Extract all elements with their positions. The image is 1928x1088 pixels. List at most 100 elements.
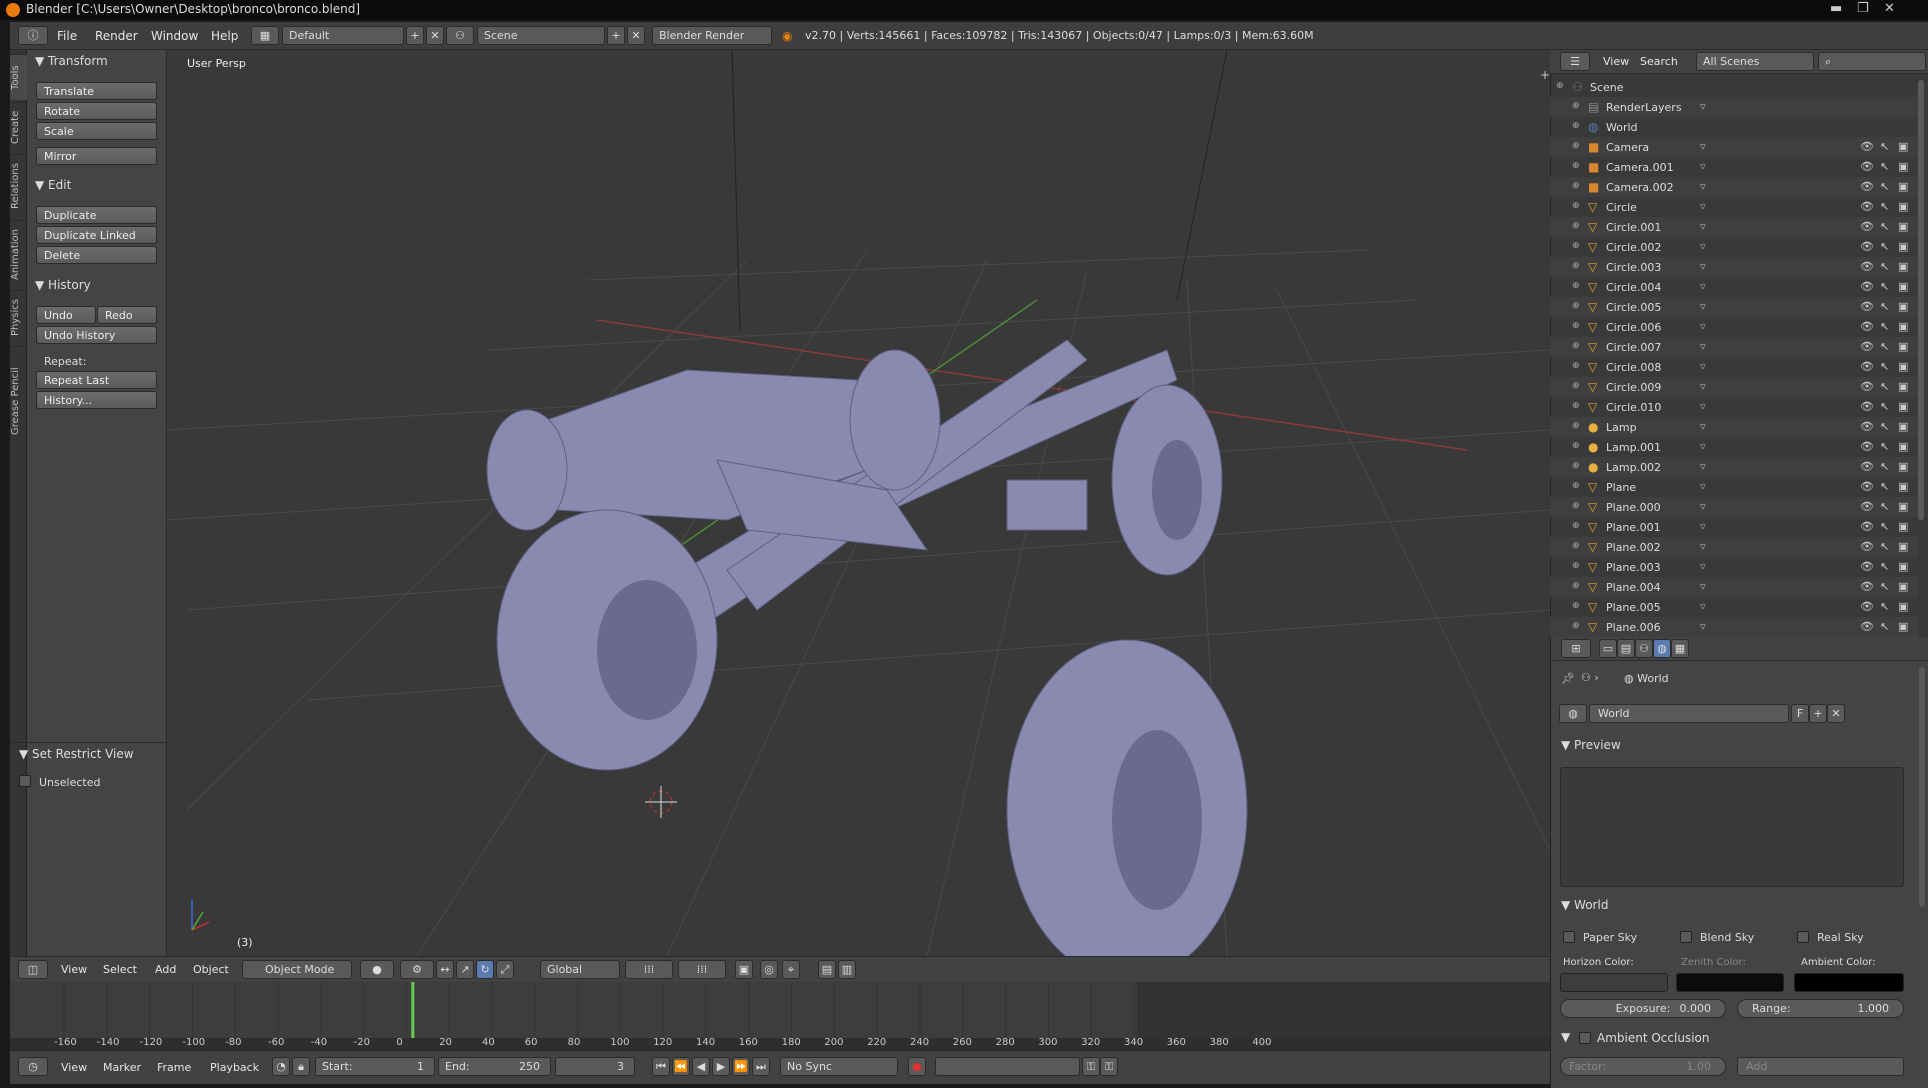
scene-icon[interactable]: ⚇ xyxy=(446,26,474,45)
mirror-button[interactable]: Mirror xyxy=(36,147,157,165)
outliner-row-name[interactable]: Camera.002 xyxy=(1606,181,1674,194)
selectability-arrow-icon[interactable]: ↖ xyxy=(1880,600,1889,613)
editor-type-info-icon[interactable]: ⓘ xyxy=(18,26,48,45)
selectability-arrow-icon[interactable]: ↖ xyxy=(1880,500,1889,513)
outliner-row-name[interactable]: Circle.005 xyxy=(1606,301,1661,314)
outliner-row[interactable]: ⊕ ▽ Circle.006 ▿ 👁︎ ↖ ▣ xyxy=(1550,317,1918,337)
undo-history-button[interactable]: Undo History xyxy=(36,326,157,344)
outliner-row[interactable]: ⊕ ■ Camera.002 ▿ 👁︎ ↖ ▣ xyxy=(1550,177,1918,197)
visibility-eye-icon[interactable]: 👁︎ xyxy=(1860,380,1874,393)
editor-type-3dview-icon[interactable]: ◫ xyxy=(18,960,48,979)
outliner-row[interactable]: ⊕ ● Lamp ▿ 👁︎ ↖ ▣ xyxy=(1550,417,1918,437)
record-icon[interactable]: ● xyxy=(908,1057,926,1076)
expand-toggle-icon[interactable]: ⊕ xyxy=(1572,341,1580,351)
add-scene-icon[interactable]: + xyxy=(607,26,625,45)
selectability-arrow-icon[interactable]: ↖ xyxy=(1880,380,1889,393)
selectability-arrow-icon[interactable]: ↖ xyxy=(1880,620,1889,633)
expand-toggle-icon[interactable]: ⊕ xyxy=(1572,421,1580,431)
expand-toggle-icon[interactable]: ⊕ xyxy=(1556,81,1564,91)
visibility-eye-icon[interactable]: 👁︎ xyxy=(1860,200,1874,213)
lock-layers-icon[interactable]: ▣ xyxy=(735,960,753,979)
rotate-button[interactable]: Rotate xyxy=(36,102,157,120)
render-layers-tab-icon[interactable]: ▤ xyxy=(1617,639,1635,658)
menu-frame[interactable]: Frame xyxy=(157,1061,191,1074)
selectability-arrow-icon[interactable]: ↖ xyxy=(1880,340,1889,353)
selectability-arrow-icon[interactable]: ↖ xyxy=(1880,260,1889,273)
expand-toggle-icon[interactable]: ⊕ xyxy=(1572,541,1580,551)
selectability-arrow-icon[interactable]: ↖ xyxy=(1880,160,1889,173)
3d-cursor-icon[interactable] xyxy=(645,786,677,818)
jump-keyframe-next-icon[interactable]: ⏩ xyxy=(732,1057,750,1076)
menu-help[interactable]: Help xyxy=(211,29,238,43)
range-field[interactable]: Range: 1.000 xyxy=(1737,999,1904,1018)
outliner-row-name[interactable]: Scene xyxy=(1590,81,1624,94)
outliner-row-name[interactable]: Plane.003 xyxy=(1606,561,1661,574)
outliner-row[interactable]: ⊕ ▽ Plane.006 ▿ 👁︎ ↖ ▣ xyxy=(1550,617,1918,637)
outliner-row-name[interactable]: Circle.004 xyxy=(1606,281,1661,294)
renderability-camera-icon[interactable]: ▣ xyxy=(1898,320,1908,333)
outliner-row-name[interactable]: Circle.001 xyxy=(1606,221,1661,234)
redo-button[interactable]: Redo xyxy=(97,306,157,324)
outliner-row[interactable]: ⊕ ● Lamp.002 ▿ 👁︎ ↖ ▣ xyxy=(1550,457,1918,477)
selectability-arrow-icon[interactable]: ↖ xyxy=(1880,200,1889,213)
outliner-row-name[interactable]: Circle.002 xyxy=(1606,241,1661,254)
properties-scrollbar[interactable] xyxy=(1919,667,1925,907)
ambient-occlusion-checkbox[interactable] xyxy=(1579,1032,1591,1044)
visibility-eye-icon[interactable]: 👁︎ xyxy=(1860,400,1874,413)
menu-file[interactable]: File xyxy=(57,29,77,43)
outliner-row-name[interactable]: Plane xyxy=(1606,481,1636,494)
outliner-row[interactable]: ⊕ ▽ Plane.002 ▿ 👁︎ ↖ ▣ xyxy=(1550,537,1918,557)
selectability-arrow-icon[interactable]: ↖ xyxy=(1880,440,1889,453)
selectability-arrow-icon[interactable]: ↖ xyxy=(1880,240,1889,253)
outliner-row-name[interactable]: Plane.000 xyxy=(1606,501,1661,514)
keying-set-field[interactable] xyxy=(935,1057,1080,1076)
renderability-camera-icon[interactable]: ▣ xyxy=(1898,520,1908,533)
outliner-row-name[interactable]: World xyxy=(1606,121,1638,134)
expand-toggle-icon[interactable]: ⊕ xyxy=(1572,441,1580,451)
object-mode-select[interactable]: Object Mode xyxy=(242,960,352,979)
blend-sky-checkbox[interactable] xyxy=(1680,931,1692,943)
scale-manipulator-icon[interactable]: ⤢ xyxy=(496,960,514,979)
3d-viewport[interactable]: User Persp (3) + xyxy=(167,50,1550,956)
outliner-row[interactable]: ⊕ ▽ Plane.001 ▿ 👁︎ ↖ ▣ xyxy=(1550,517,1918,537)
unselected-checkbox[interactable] xyxy=(19,775,31,787)
tab-create[interactable]: Create xyxy=(10,102,27,152)
outliner-search-input[interactable]: ⌕ xyxy=(1818,52,1926,71)
expand-toggle-icon[interactable]: ⊕ xyxy=(1572,241,1580,251)
expand-toggle-icon[interactable]: ⊕ xyxy=(1572,581,1580,591)
menu-view[interactable]: View xyxy=(61,963,87,976)
visibility-eye-icon[interactable]: 👁︎ xyxy=(1860,340,1874,353)
expand-toggle-icon[interactable]: ⊕ xyxy=(1572,281,1580,291)
remove-screen-icon[interactable]: ✕ xyxy=(426,26,444,45)
scale-button[interactable]: Scale xyxy=(36,122,157,140)
outliner-row[interactable]: ⊕ ● Lamp.001 ▿ 👁︎ ↖ ▣ xyxy=(1550,437,1918,457)
renderability-camera-icon[interactable]: ▣ xyxy=(1898,620,1908,633)
outliner-display-mode-select[interactable]: All Scenes xyxy=(1696,52,1814,71)
preview-panel-header[interactable]: ▼ Preview xyxy=(1561,738,1621,752)
selectability-arrow-icon[interactable]: ↖ xyxy=(1880,360,1889,373)
preview-range-icon[interactable]: ◔ xyxy=(272,1057,290,1076)
expand-toggle-icon[interactable]: ⊕ xyxy=(1572,201,1580,211)
duplicate-linked-button[interactable]: Duplicate Linked xyxy=(36,226,157,244)
outliner-row-name[interactable]: Plane.002 xyxy=(1606,541,1661,554)
translate-button[interactable]: Translate xyxy=(36,82,157,100)
visibility-eye-icon[interactable]: 👁︎ xyxy=(1860,180,1874,193)
scene-tab-icon[interactable]: ⚇ xyxy=(1635,639,1653,658)
visibility-eye-icon[interactable]: 👁︎ xyxy=(1860,280,1874,293)
expand-toggle-icon[interactable]: ⊕ xyxy=(1572,301,1580,311)
outliner-row[interactable]: ⊕ ■ Camera.001 ▿ 👁︎ ↖ ▣ xyxy=(1550,157,1918,177)
outliner-row-name[interactable]: Lamp xyxy=(1606,421,1637,434)
renderability-camera-icon[interactable]: ▣ xyxy=(1898,280,1908,293)
outliner-row[interactable]: ⊕ ▽ Circle ▿ 👁︎ ↖ ▣ xyxy=(1550,197,1918,217)
delete-button[interactable]: Delete xyxy=(36,246,157,264)
outliner-row[interactable]: ⊕ ⚇ Scene xyxy=(1550,77,1918,97)
outliner-row[interactable]: ⊕ ▽ Circle.004 ▿ 👁︎ ↖ ▣ xyxy=(1550,277,1918,297)
expand-toggle-icon[interactable]: ⊕ xyxy=(1572,401,1580,411)
renderability-camera-icon[interactable]: ▣ xyxy=(1898,160,1908,173)
tab-animation[interactable]: Animation xyxy=(10,220,27,288)
selectability-arrow-icon[interactable]: ↖ xyxy=(1880,140,1889,153)
expand-toggle-icon[interactable]: ⊕ xyxy=(1572,321,1580,331)
outliner-row-name[interactable]: Circle.006 xyxy=(1606,321,1661,334)
play-icon[interactable]: ▶ xyxy=(712,1057,730,1076)
outliner-row[interactable]: ⊕ ▽ Circle.001 ▿ 👁︎ ↖ ▣ xyxy=(1550,217,1918,237)
